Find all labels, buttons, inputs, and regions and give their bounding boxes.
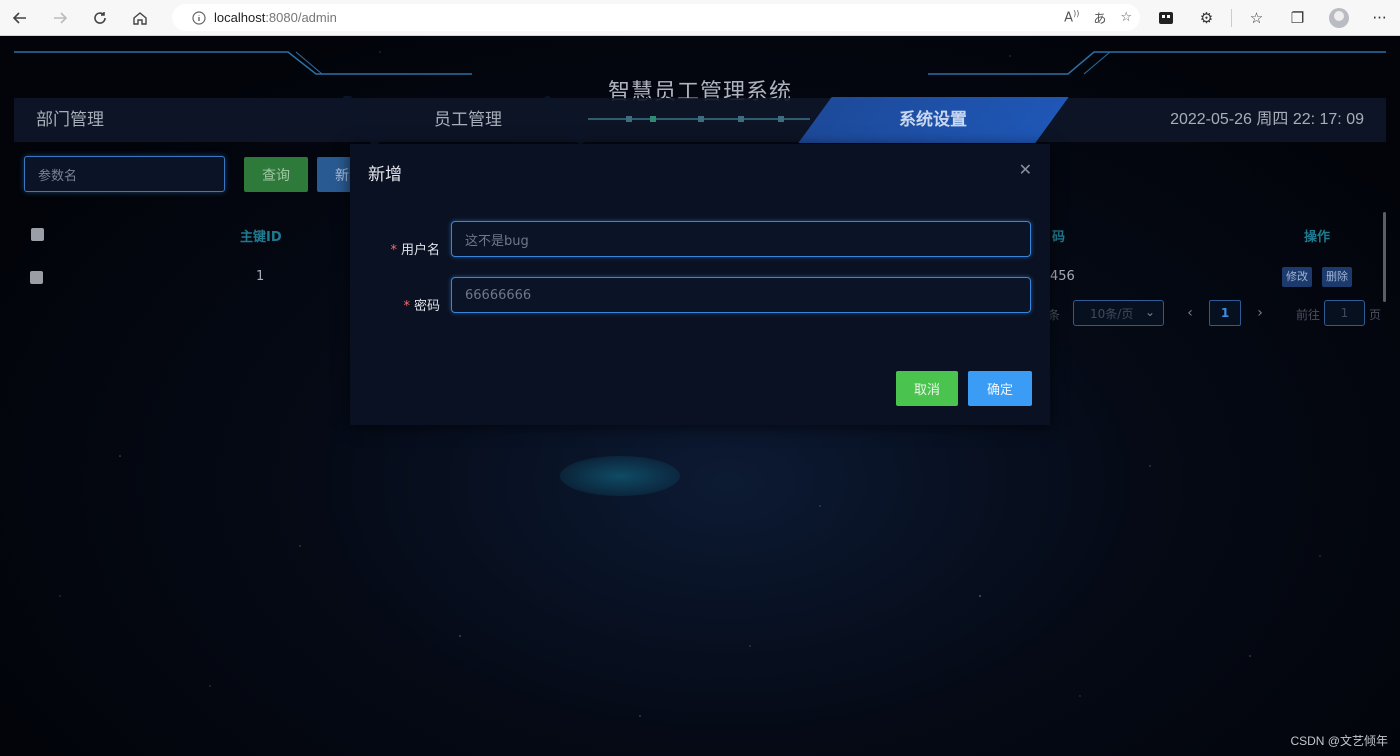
- column-header-actions: 操作: [1304, 230, 1331, 245]
- dialog-title: 新增: [368, 165, 402, 185]
- page-size-select[interactable]: 10条/页 ⌄: [1073, 300, 1164, 326]
- param-search-input[interactable]: 参数名: [24, 156, 225, 192]
- nav-item-settings[interactable]: 系统设置: [899, 98, 967, 142]
- favorites-icon[interactable]: ☆: [1236, 0, 1277, 36]
- password-field[interactable]: 66666666: [451, 277, 1031, 313]
- row-checkbox[interactable]: [30, 271, 43, 284]
- query-button[interactable]: 查询: [244, 157, 308, 192]
- required-marker: *: [403, 299, 410, 314]
- extensions-icon[interactable]: ⚙: [1186, 0, 1227, 36]
- clock-display: 2022-05-26 周四 22: 17: 09: [1170, 111, 1364, 128]
- required-marker: *: [390, 243, 397, 258]
- favorite-add-icon[interactable]: ☆: [1120, 10, 1132, 25]
- page-size-value: 10条/页: [1090, 306, 1134, 321]
- forward-icon[interactable]: [40, 0, 80, 36]
- url-host: localhost: [214, 10, 266, 25]
- edit-button[interactable]: 修改: [1282, 267, 1312, 287]
- nebula-glow: [560, 456, 680, 496]
- refresh-icon[interactable]: [80, 0, 120, 36]
- password-label-text: 密码: [413, 299, 440, 314]
- confirm-button[interactable]: 确定: [968, 371, 1032, 406]
- more-icon[interactable]: ···: [1359, 0, 1400, 36]
- title-deco-line: [588, 116, 810, 122]
- goto-label: 前往: [1296, 308, 1321, 322]
- collections-icon[interactable]: ❐: [1277, 0, 1318, 36]
- workspace-icon[interactable]: [1145, 0, 1186, 36]
- app-canvas: 智慧员工管理系统 部门管理 员工管理 系统设置 2022-05-26 周四 22…: [0, 36, 1400, 756]
- url-path: :8080/admin: [265, 10, 337, 25]
- read-aloud-icon[interactable]: A)): [1064, 9, 1079, 25]
- info-icon[interactable]: [184, 10, 214, 25]
- prev-page-icon[interactable]: ‹: [1178, 300, 1202, 326]
- url-text[interactable]: localhost:8080/admin: [214, 10, 337, 25]
- username-label: * 用户名: [350, 239, 440, 258]
- row-password-cell: 456: [1050, 269, 1075, 284]
- cancel-button[interactable]: 取消: [896, 371, 958, 406]
- browser-toolbar: localhost:8080/admin A)) あ ☆ ⚙ ☆ ❐ ···: [0, 0, 1400, 36]
- page-suffix: 页: [1369, 308, 1382, 322]
- column-header-password: 码: [1052, 230, 1066, 245]
- divider: [1231, 9, 1232, 27]
- username-label-text: 用户名: [400, 243, 440, 258]
- select-all-checkbox[interactable]: [31, 228, 44, 241]
- back-icon[interactable]: [0, 0, 40, 36]
- chevron-down-icon: ⌄: [1144, 305, 1155, 319]
- next-page-icon[interactable]: ›: [1248, 300, 1272, 326]
- column-header-id: 主键ID: [240, 230, 282, 245]
- current-page-number[interactable]: 1: [1209, 300, 1241, 326]
- nav-item-employee[interactable]: 员工管理: [434, 98, 502, 142]
- nav-item-department[interactable]: 部门管理: [36, 98, 104, 142]
- goto-page-input[interactable]: 1: [1324, 300, 1365, 326]
- translate-icon[interactable]: あ: [1093, 8, 1106, 27]
- address-bar[interactable]: localhost:8080/admin A)) あ ☆: [172, 4, 1140, 31]
- password-label: * 密码: [350, 295, 440, 314]
- avatar: [1328, 8, 1349, 28]
- watermark: CSDN @文艺倾年: [1290, 734, 1388, 748]
- username-field[interactable]: 这不是bug: [451, 221, 1031, 257]
- add-dialog: 新增 ✕ * 用户名 这不是bug * 密码 66666666 取消 确定: [350, 144, 1050, 425]
- close-icon[interactable]: ✕: [1019, 160, 1032, 179]
- delete-button[interactable]: 删除: [1322, 267, 1352, 287]
- home-icon[interactable]: [120, 0, 160, 36]
- table-scrollbar[interactable]: [1383, 212, 1386, 302]
- profile-icon[interactable]: [1318, 0, 1359, 36]
- row-id-cell: 1: [256, 269, 265, 284]
